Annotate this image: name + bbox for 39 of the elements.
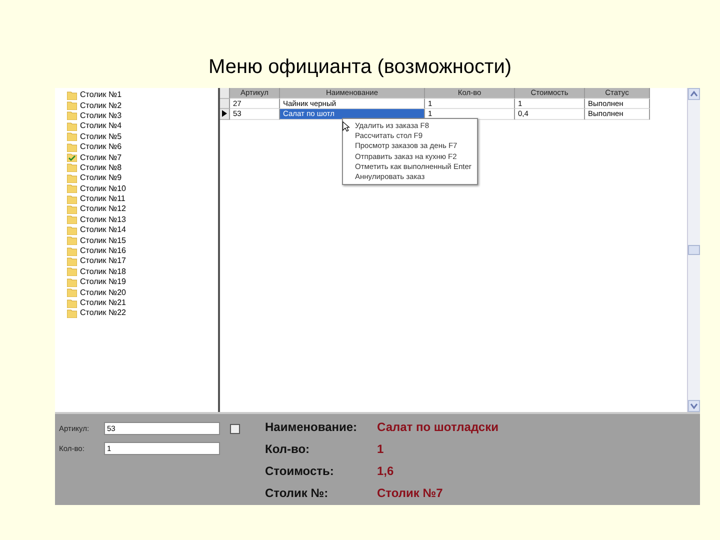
tree-item[interactable]: Столик №9 <box>80 173 122 184</box>
tree-item[interactable]: Столик №6 <box>80 142 122 152</box>
row-pointer-icon <box>222 110 227 118</box>
tree-item[interactable]: Столик №10 <box>80 184 126 194</box>
detail-label: Кол-во: <box>265 442 311 456</box>
tree-item[interactable]: Столик №13 <box>80 214 126 225</box>
detail-value: Салат по шотладски <box>377 420 498 434</box>
tree-item[interactable]: Столик №22 <box>80 308 126 318</box>
tree-item[interactable]: Столик №11 <box>80 194 126 204</box>
detail-label: Стоимость: <box>265 464 335 478</box>
tree-item[interactable]: Столик №20 <box>80 288 126 298</box>
detail-value: 1 <box>377 442 384 456</box>
tree-item[interactable]: Столик №4 <box>80 121 122 132</box>
tree-item[interactable]: Столик №1 <box>80 90 122 100</box>
tree-item[interactable]: Столик №8 <box>80 162 122 173</box>
tree-item[interactable]: Столик №19 <box>80 277 126 288</box>
detail-label: Наименование: <box>265 420 358 434</box>
tree-item[interactable]: Столик №3 <box>80 110 122 121</box>
corner-cell <box>220 88 230 98</box>
tree-item[interactable]: Столик №14 <box>80 225 126 236</box>
lookup-button[interactable] <box>230 424 240 434</box>
tree-item[interactable]: Столик №2 <box>80 100 122 111</box>
detail-value: Столик №7 <box>377 486 443 500</box>
detail-value: 1,6 <box>377 464 394 478</box>
tree-item[interactable]: Столик №5 <box>80 132 122 142</box>
tree-item[interactable]: Столик №21 <box>80 298 126 308</box>
scroll-up-icon[interactable] <box>688 88 700 100</box>
tree-item[interactable]: Столик №17 <box>80 256 126 266</box>
scroll-down-icon[interactable] <box>688 400 700 412</box>
row-header[interactable] <box>220 109 230 120</box>
tree-item[interactable]: Столик №18 <box>80 266 126 277</box>
tree-item[interactable]: Столик №15 <box>80 236 126 246</box>
slide-title: Меню официанта (возможности) <box>207 56 513 80</box>
scrollbar[interactable] <box>687 88 700 412</box>
detail-label: Столик №: <box>265 486 330 500</box>
tree-item[interactable]: Столик №16 <box>80 246 126 256</box>
tree-item[interactable]: Столик №12 <box>80 204 126 214</box>
tree-item[interactable]: Столик №7 <box>80 152 122 163</box>
scroll-thumb[interactable] <box>688 245 700 255</box>
